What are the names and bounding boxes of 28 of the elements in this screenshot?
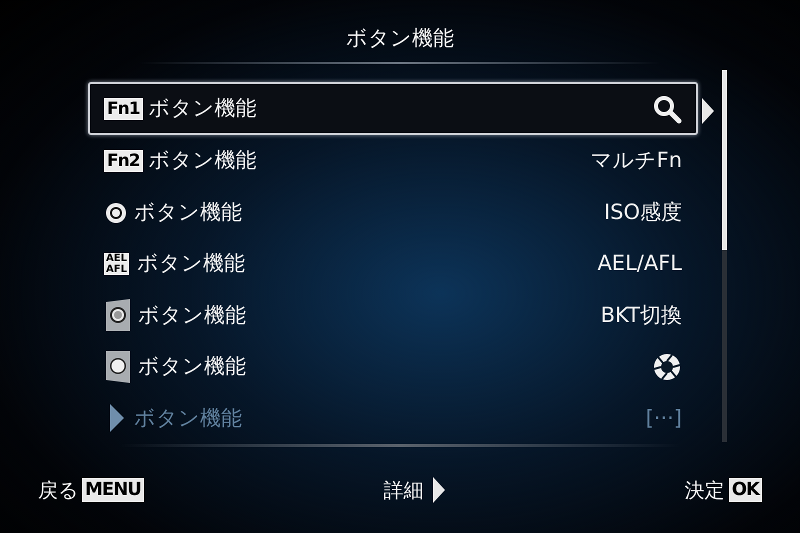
button-key-label: Fn1 xyxy=(104,98,143,120)
menu-item-label: ボタン機能 xyxy=(138,353,246,380)
menu-item-label: ボタン機能 xyxy=(136,250,245,278)
screen-title: ボタン機能 xyxy=(346,24,454,52)
footer-label: 詳細 xyxy=(383,477,424,504)
key-label: OK xyxy=(728,478,762,502)
menu-item-label: ボタン機能 xyxy=(134,198,242,226)
setting-value: ISO感度 xyxy=(604,198,682,226)
menu-item-label: ボタン機能 xyxy=(138,302,246,329)
setting-value: AEL/AFL xyxy=(597,250,682,278)
button-key-label: AEL AFL xyxy=(104,253,129,275)
setting-value: [···] xyxy=(646,404,682,432)
menu-row[interactable]: Fn2 ボタン機能 マルチFn xyxy=(88,135,698,187)
menu-item-label: ボタン機能 xyxy=(148,94,257,122)
submenu-arrow-icon xyxy=(702,98,714,124)
menu-row[interactable]: AEL AFL ボタン機能 AEL/AFL xyxy=(88,238,698,290)
button-key-label: Fn2 xyxy=(104,150,143,172)
setting-value: BKT切換 xyxy=(600,302,682,329)
menu-row[interactable]: ボタン機能 BKT切換 xyxy=(88,290,698,342)
menu-item-label: ボタン機能 xyxy=(148,147,257,174)
footer-label: 決定 xyxy=(684,477,725,504)
menu-row[interactable]: ボタン機能 xyxy=(88,341,698,393)
menu-item-label: ボタン機能 xyxy=(134,404,242,432)
menu-row[interactable]: ボタン機能 ISO感度 xyxy=(88,186,698,238)
key-label: MENU xyxy=(82,478,144,502)
footer-label: 戻る xyxy=(38,477,78,504)
menu-row[interactable]: Fn1 ボタン機能 xyxy=(88,82,698,136)
setting-value: マルチFn xyxy=(590,147,682,174)
